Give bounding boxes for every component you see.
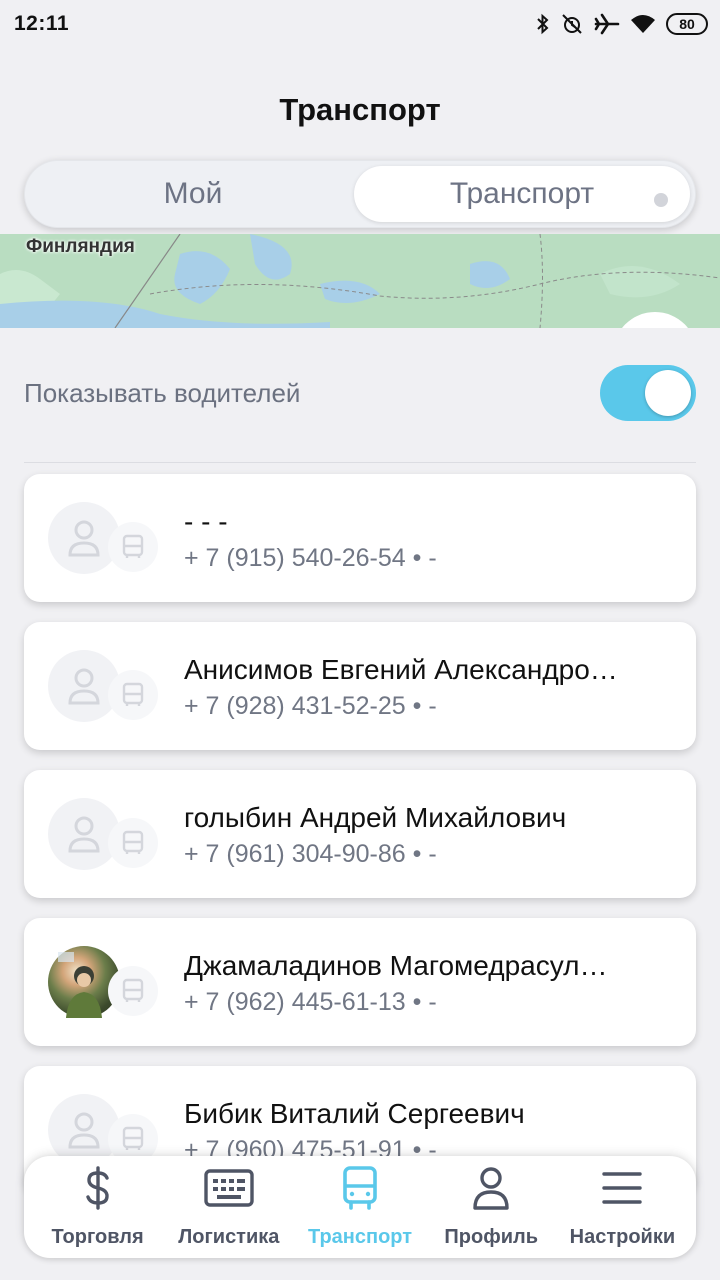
map-country-label: Финляндия <box>26 236 135 257</box>
segment-transport[interactable]: Транспорт <box>354 166 690 222</box>
nav-label: Торговля <box>51 1226 144 1248</box>
nav-item-settings[interactable]: Настройки <box>557 1156 688 1258</box>
person-placeholder-icon <box>68 816 100 853</box>
show-drivers-toggle[interactable] <box>600 365 696 421</box>
segment-transport-label: Транспорт <box>449 177 595 210</box>
nav-label: Настройки <box>569 1226 676 1248</box>
vehicle-name: - - - <box>184 506 228 537</box>
alarm-off-icon <box>560 13 584 35</box>
menu-icon <box>602 1166 643 1210</box>
person-icon <box>472 1166 510 1210</box>
show-drivers-row: Показывать водителей <box>24 364 696 422</box>
bluetooth-icon <box>536 13 550 35</box>
vehicle-badge <box>108 670 158 720</box>
vehicle-name: Анисимов Евгений Александро… <box>184 654 618 685</box>
vehicle-card[interactable]: - - - + 7 (915) 540-26-54 • - <box>24 474 696 602</box>
battery-indicator: 80 <box>666 13 708 35</box>
person-placeholder-icon <box>68 520 100 557</box>
toggle-knob <box>645 370 691 416</box>
status-icons: 80 <box>536 13 708 35</box>
vehicle-badge <box>108 818 158 868</box>
nav-item-transport[interactable]: Транспорт <box>294 1156 425 1258</box>
vehicle-phone: + 7 (915) 540-26-54 • - <box>184 544 437 572</box>
bottom-navigation: Торговля Логистика Транспорт Профиль Нас… <box>24 1156 696 1258</box>
vehicle-badge <box>108 522 158 572</box>
bus-icon <box>122 830 144 854</box>
bus-icon <box>122 534 144 558</box>
nav-label: Транспорт <box>307 1226 413 1248</box>
vehicle-phone: + 7 (928) 431-52-25 • - <box>184 692 437 720</box>
vehicle-card[interactable]: голыбин Андрей Михайлович + 7 (961) 304-… <box>24 770 696 898</box>
nav-item-profile[interactable]: Профиль <box>426 1156 557 1258</box>
divider <box>24 462 696 463</box>
status-bar: 12:11 80 <box>0 0 720 48</box>
segmented-control: Мой Транспорт <box>24 160 696 228</box>
show-drivers-label: Показывать водителей <box>24 377 301 408</box>
vehicle-card[interactable]: Джамаладинов Магомедрасул… + 7 (962) 445… <box>24 918 696 1046</box>
nav-item-logistics[interactable]: Логистика <box>163 1156 294 1258</box>
map-view[interactable]: Финляндия <box>0 234 720 328</box>
vehicle-name: Бибик Виталий Сергеевич <box>184 1098 525 1129</box>
nav-item-trade[interactable]: Торговля <box>32 1156 163 1258</box>
vehicle-badge <box>108 966 158 1016</box>
nav-label: Профиль <box>444 1226 539 1248</box>
bus-icon <box>342 1166 378 1210</box>
keyboard-icon <box>204 1166 254 1210</box>
dollar-icon <box>83 1166 113 1210</box>
vehicle-name: голыбин Андрей Михайлович <box>184 802 567 833</box>
vehicle-name: Джамаладинов Магомедрасул… <box>184 950 608 981</box>
bus-icon <box>122 682 144 706</box>
vehicle-phone: + 7 (961) 304-90-86 • - <box>184 840 437 868</box>
person-placeholder-icon <box>68 668 100 705</box>
wifi-icon <box>630 13 656 35</box>
segment-my[interactable]: Мой <box>30 166 356 222</box>
vehicle-phone: + 7 (962) 445-61-13 • - <box>184 988 437 1016</box>
airplane-icon <box>594 13 620 35</box>
vehicle-card[interactable]: Анисимов Евгений Александро… + 7 (928) 4… <box>24 622 696 750</box>
bus-icon <box>122 1126 144 1150</box>
page-title: Транспорт <box>279 92 441 127</box>
status-time: 12:11 <box>14 12 70 35</box>
nav-label: Логистика <box>178 1226 280 1248</box>
bus-icon <box>122 978 144 1002</box>
person-placeholder-icon <box>68 1112 100 1149</box>
segment-indicator-dot <box>654 193 668 207</box>
